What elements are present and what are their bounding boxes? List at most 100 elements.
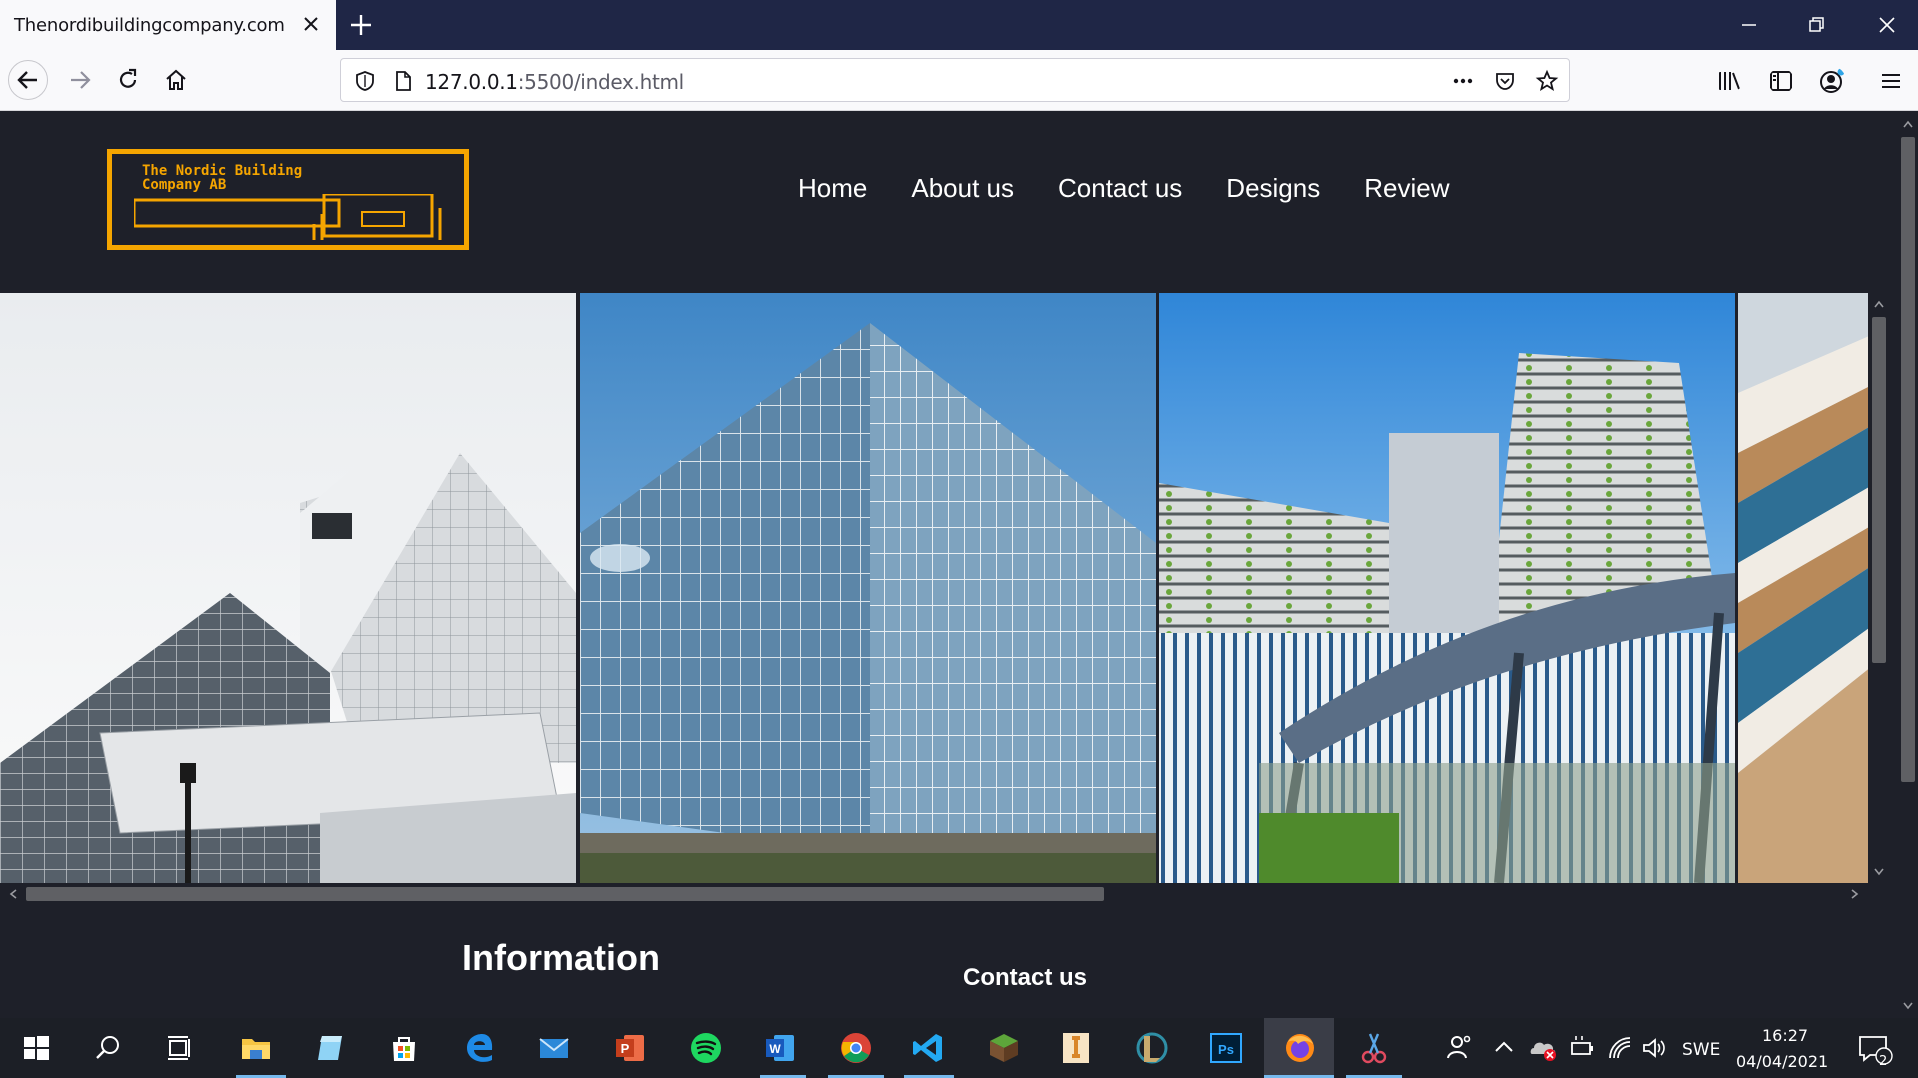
file-explorer-icon[interactable] xyxy=(238,1030,274,1066)
people-icon[interactable] xyxy=(1440,1030,1476,1066)
show-hidden-icons-icon[interactable] xyxy=(1492,1030,1516,1066)
gallery-hscroll-thumb[interactable] xyxy=(26,887,1104,901)
svg-text:Ps: Ps xyxy=(1218,1042,1234,1057)
close-tab-icon[interactable] xyxy=(300,13,322,35)
back-button[interactable] xyxy=(8,60,48,100)
notification-count: 2 xyxy=(1879,1054,1888,1069)
onedrive-error-icon[interactable] xyxy=(1528,1030,1558,1066)
arrow-right-icon xyxy=(71,71,91,89)
scroll-right-icon[interactable] xyxy=(1850,888,1860,900)
new-tab-icon[interactable] xyxy=(346,10,376,40)
contact-us-heading: Contact us xyxy=(963,964,1088,991)
library-icon[interactable] xyxy=(1716,68,1742,94)
photoshop-icon[interactable]: Ps xyxy=(1208,1030,1244,1066)
scroll-up-icon[interactable] xyxy=(1873,299,1885,309)
windows-start-icon[interactable] xyxy=(18,1030,54,1066)
nav-designs[interactable]: Designs xyxy=(1226,173,1320,204)
battery-icon[interactable] xyxy=(1568,1030,1596,1066)
more-options-icon[interactable] xyxy=(1451,69,1475,93)
account-icon[interactable] xyxy=(1816,66,1846,96)
gallery-horizontal-scrollbar[interactable] xyxy=(0,883,1876,905)
browser-tab[interactable]: Thenordibuildingcompany.com xyxy=(0,0,336,50)
league-of-legends-icon[interactable] xyxy=(1134,1030,1170,1066)
gallery-photo-4 xyxy=(1738,293,1876,883)
illustrator-style-app-icon[interactable] xyxy=(1058,1030,1094,1066)
home-icon xyxy=(166,69,186,90)
nav-contact-us[interactable]: Contact us xyxy=(1058,173,1182,204)
svg-text:P: P xyxy=(621,1041,630,1056)
company-logo[interactable]: The Nordic Building Company AB xyxy=(107,149,469,250)
svg-text:W: W xyxy=(769,1042,781,1056)
reload-button[interactable] xyxy=(108,60,148,100)
chrome-icon[interactable] xyxy=(838,1030,874,1066)
gallery-vscroll-thumb[interactable] xyxy=(1872,317,1886,663)
bookmark-star-icon[interactable] xyxy=(1535,69,1559,93)
minimize-window-icon[interactable] xyxy=(1734,10,1764,40)
search-icon[interactable] xyxy=(90,1030,126,1066)
clock[interactable]: 16:27 04/04/2021 xyxy=(1730,1018,1840,1078)
menu-icon[interactable] xyxy=(1878,68,1904,94)
snipping-tool-icon[interactable] xyxy=(1356,1030,1392,1066)
clock-date: 04/04/2021 xyxy=(1736,1052,1829,1071)
building-photo-4 xyxy=(1738,293,1876,883)
notification-center-icon[interactable] xyxy=(1856,1030,1896,1066)
task-view-icon[interactable] xyxy=(162,1030,198,1066)
edge-browser-icon[interactable] xyxy=(462,1030,498,1066)
information-heading: Information xyxy=(462,937,660,978)
minecraft-icon[interactable] xyxy=(986,1030,1022,1066)
scroll-left-icon[interactable] xyxy=(8,888,18,900)
shield-icon[interactable] xyxy=(353,69,377,93)
pocket-icon[interactable] xyxy=(1493,69,1517,93)
microsoft-store-icon[interactable] xyxy=(386,1030,422,1066)
restore-window-icon[interactable] xyxy=(1802,10,1832,40)
url-host: 127.0.0.1 xyxy=(425,70,518,94)
url-bar[interactable]: 127.0.0.1:5500/index.html xyxy=(340,58,1570,102)
page-icon[interactable] xyxy=(391,69,415,93)
volume-icon[interactable] xyxy=(1640,1030,1668,1066)
logo-building-graphic xyxy=(134,194,442,240)
browser-tab-strip: Thenordibuildingcompany.com xyxy=(0,0,1918,50)
building-photo-1 xyxy=(0,293,576,883)
input-language[interactable]: SWE xyxy=(1682,1040,1720,1060)
gallery-photo-3 xyxy=(1159,293,1735,883)
firefox-icon[interactable] xyxy=(1282,1030,1318,1066)
building-gallery[interactable] xyxy=(0,293,1876,883)
close-window-icon[interactable] xyxy=(1872,10,1902,40)
gallery-photo-1 xyxy=(0,293,576,883)
page-vertical-scrollbar[interactable] xyxy=(1898,111,1918,1018)
sidebar-icon[interactable] xyxy=(1768,68,1794,94)
wifi-icon[interactable] xyxy=(1606,1030,1634,1066)
page-viewport: The Nordic Building Company AB Home Abou… xyxy=(0,111,1898,1018)
main-nav: Home About us Contact us Designs Review xyxy=(798,173,1449,204)
windows-taskbar: P W Ps SWE 16:27 04/04/2021 2 xyxy=(0,1018,1918,1078)
page-scroll-down-icon[interactable] xyxy=(1902,1001,1914,1011)
forward-button[interactable] xyxy=(60,60,100,100)
building-photo-2 xyxy=(580,293,1156,883)
building-photo-3 xyxy=(1159,293,1735,883)
word-icon[interactable]: W xyxy=(762,1030,798,1066)
tab-title: Thenordibuildingcompany.com xyxy=(14,14,285,36)
logo-text: The Nordic Building Company AB xyxy=(142,164,302,192)
gallery-vertical-scrollbar[interactable] xyxy=(1868,293,1890,883)
reload-icon xyxy=(119,68,137,88)
url-text[interactable]: 127.0.0.1:5500/index.html xyxy=(425,70,684,94)
arrow-left-icon xyxy=(17,71,37,89)
site-header: The Nordic Building Company AB Home Abou… xyxy=(0,111,1898,293)
scroll-down-icon[interactable] xyxy=(1873,867,1885,877)
nav-review[interactable]: Review xyxy=(1364,173,1449,204)
logo-line-2: Company AB xyxy=(142,177,227,193)
notepad-app-icon[interactable] xyxy=(312,1030,348,1066)
nav-about-us[interactable]: About us xyxy=(911,173,1014,204)
powerpoint-icon[interactable]: P xyxy=(612,1030,648,1066)
nav-home[interactable]: Home xyxy=(798,173,867,204)
vscode-icon[interactable] xyxy=(910,1030,946,1066)
clock-time: 16:27 xyxy=(1762,1026,1809,1045)
url-path: :5500/index.html xyxy=(517,70,685,94)
browser-toolbar: 127.0.0.1:5500/index.html xyxy=(0,50,1918,111)
gallery-photo-2 xyxy=(580,293,1156,883)
page-scroll-up-icon[interactable] xyxy=(1902,119,1914,129)
mail-app-icon[interactable] xyxy=(536,1030,572,1066)
page-vscroll-thumb[interactable] xyxy=(1901,137,1915,782)
home-button[interactable] xyxy=(156,60,196,100)
spotify-icon[interactable] xyxy=(688,1030,724,1066)
